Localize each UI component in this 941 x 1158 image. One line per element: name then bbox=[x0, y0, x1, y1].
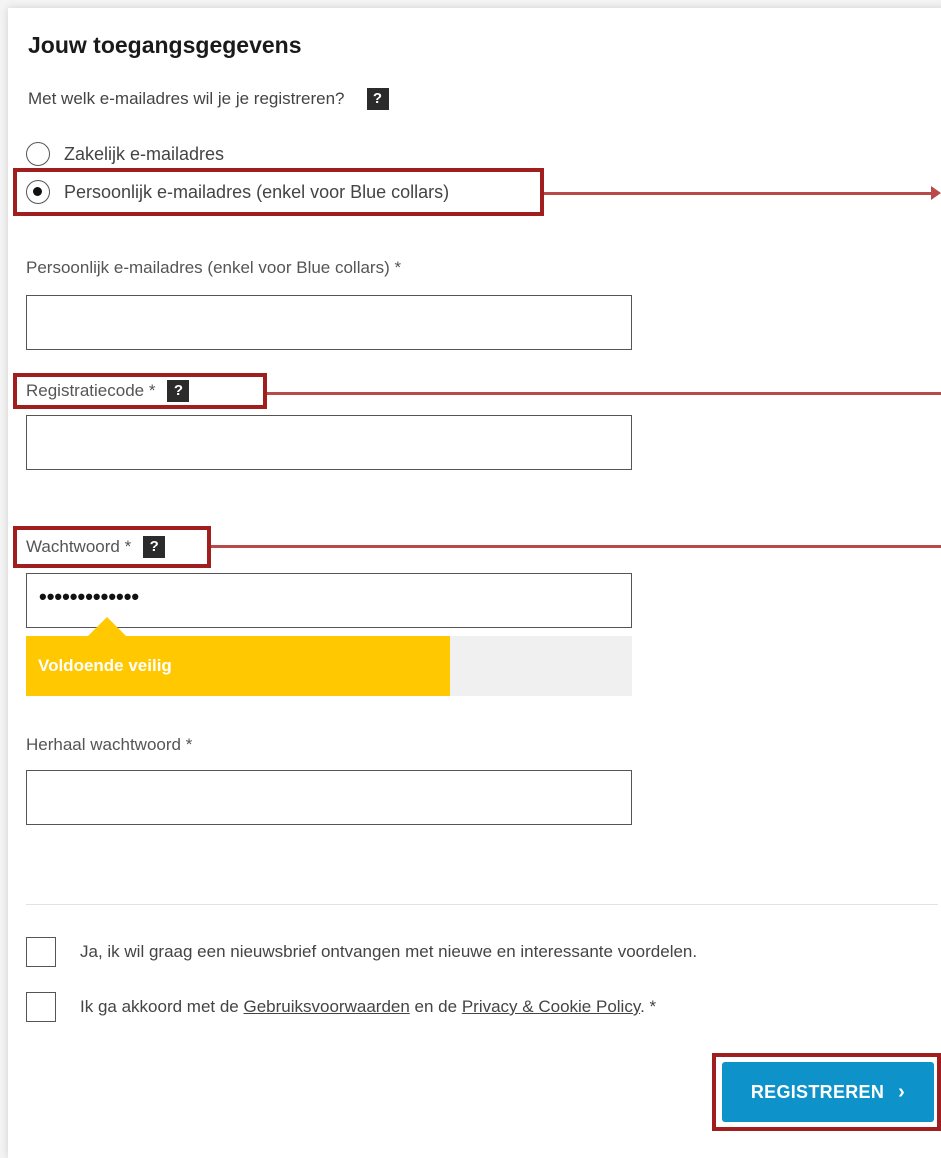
annotation-arrow-line bbox=[544, 192, 931, 195]
annotation-arrow-line bbox=[211, 545, 941, 548]
terms-checkbox[interactable] bbox=[26, 992, 56, 1022]
divider bbox=[26, 904, 938, 905]
newsletter-label: Ja, ik wil graag een nieuwsbrief ontvang… bbox=[80, 942, 698, 961]
registration-code-input[interactable] bbox=[26, 415, 632, 470]
strength-pointer bbox=[88, 617, 126, 636]
password-masked-value: ••••••••••••• bbox=[39, 584, 140, 609]
terms-middle: en de bbox=[414, 997, 458, 1016]
highlight-registration-code-label bbox=[13, 373, 267, 409]
email-question: Met welk e-mailadres wil je je registrer… bbox=[28, 88, 389, 110]
repeat-password-label: Herhaal wachtwoord * bbox=[26, 735, 193, 754]
highlight-register-button bbox=[712, 1053, 941, 1131]
personal-email-label: Persoonlijk e-mailadres (enkel voor Blue… bbox=[26, 258, 402, 277]
terms-of-use-link[interactable]: Gebruiksvoorwaarden bbox=[244, 997, 410, 1016]
radio-label: Zakelijk e-mailadres bbox=[64, 143, 225, 164]
highlight-personal-email-option bbox=[13, 168, 544, 216]
personal-email-input[interactable] bbox=[26, 295, 632, 350]
password-strength-label: Voldoende veilig bbox=[38, 656, 172, 675]
help-icon[interactable]: ? bbox=[366, 88, 389, 110]
newsletter-checkbox-row[interactable]: Ja, ik wil graag een nieuwsbrief ontvang… bbox=[26, 937, 697, 967]
privacy-policy-link[interactable]: Privacy & Cookie Policy bbox=[462, 997, 640, 1016]
terms-suffix: . * bbox=[640, 997, 657, 1016]
annotation-arrow-head bbox=[931, 186, 941, 200]
password-strength-meter: Voldoende veilig bbox=[26, 636, 632, 696]
terms-checkbox-row[interactable]: Ik ga akkoord met de Gebruiksvoorwaarden… bbox=[26, 992, 656, 1022]
repeat-password-input[interactable] bbox=[26, 770, 632, 825]
form-title: Jouw toegangsgegevens bbox=[28, 32, 302, 58]
terms-label: Ik ga akkoord met de Gebruiksvoorwaarden… bbox=[80, 997, 656, 1017]
highlight-password-label bbox=[13, 526, 211, 568]
terms-prefix: Ik ga akkoord met de bbox=[80, 997, 239, 1016]
radio-business-email[interactable]: Zakelijk e-mailadres bbox=[26, 142, 224, 166]
email-question-text: Met welk e-mailadres wil je je registrer… bbox=[28, 89, 345, 108]
newsletter-checkbox[interactable] bbox=[26, 937, 56, 967]
radio-button[interactable] bbox=[26, 142, 50, 166]
annotation-arrow-line bbox=[267, 392, 941, 395]
